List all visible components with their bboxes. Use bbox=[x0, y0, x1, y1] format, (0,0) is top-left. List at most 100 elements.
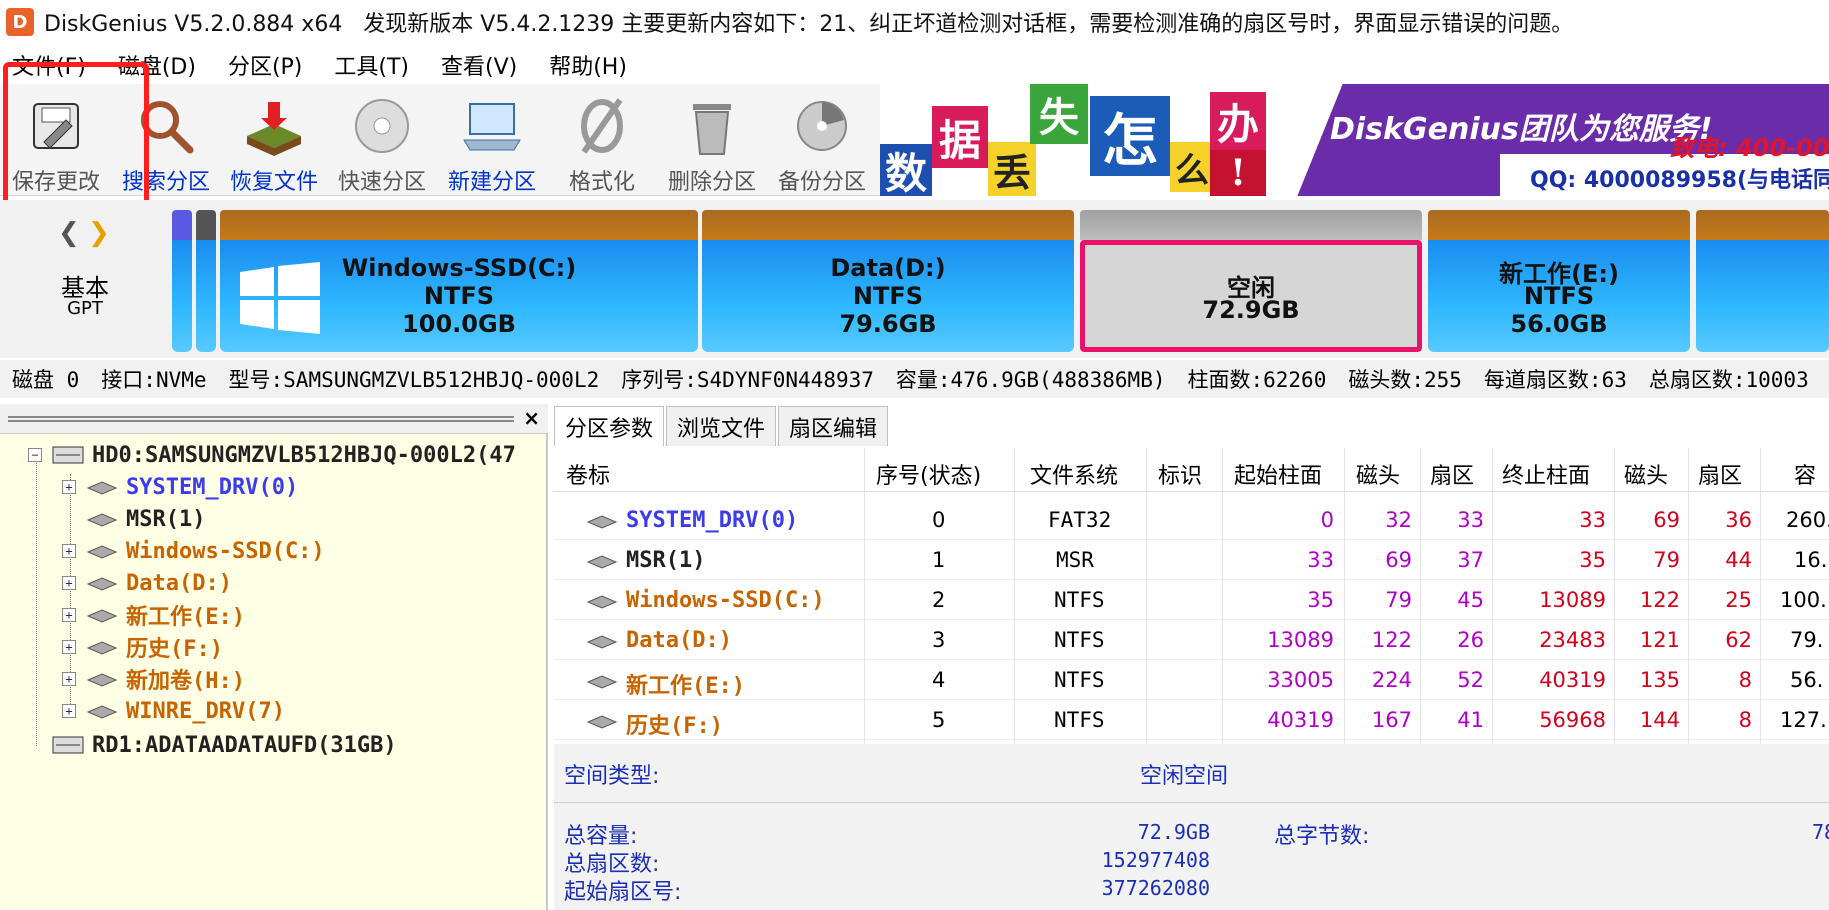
partition-block-d[interactable]: Data(D:) NTFS 79.6GB bbox=[702, 210, 1074, 352]
menu-disk[interactable]: 磁盘(D) bbox=[106, 49, 208, 81]
total-bytes-label: 总字节数: bbox=[1274, 824, 1370, 849]
new-partition-button[interactable]: 新建分区 bbox=[438, 84, 546, 196]
col-start-cylinder[interactable]: 起始柱面 bbox=[1234, 458, 1322, 490]
windows-logo-icon bbox=[240, 262, 320, 334]
partition-icon bbox=[586, 555, 618, 569]
expand-icon[interactable]: + bbox=[62, 544, 76, 558]
table-row[interactable]: 历史(F:) 5 NTFS 40319 167 41 56968 144 8 1… bbox=[554, 700, 1829, 740]
table-row[interactable]: Windows-SSD(C:) 2 NTFS 35 79 45 13089 12… bbox=[554, 580, 1829, 620]
table-row[interactable]: Data(D:) 3 NTFS 13089 122 26 23483 121 6… bbox=[554, 620, 1829, 660]
menu-tools[interactable]: 工具(T) bbox=[322, 49, 421, 81]
menu-partition[interactable]: 分区(P) bbox=[216, 49, 314, 81]
partition-table-header: 卷标 序号(状态) 文件系统 标识 起始柱面 磁头 扇区 终止柱面 磁头 扇区 … bbox=[554, 448, 1829, 492]
disk-number: 磁盘 0 bbox=[12, 368, 80, 392]
expand-icon[interactable]: + bbox=[62, 480, 76, 494]
start-sector-value: 377262080 bbox=[1101, 876, 1210, 900]
partition-icon bbox=[86, 577, 118, 591]
prev-disk-icon[interactable]: ❮ bbox=[58, 218, 80, 248]
table-row[interactable]: MSR(1) 1 MSR 33 69 37 35 79 44 16. bbox=[554, 540, 1829, 580]
col-capacity[interactable]: 容 bbox=[1794, 458, 1816, 490]
menu-file[interactable]: 文件(F) bbox=[0, 49, 98, 81]
format-button[interactable]: 格式化 bbox=[548, 84, 656, 196]
title-bar: D DiskGenius V5.2.0.884 x64 发现新版本 V5.4.2… bbox=[0, 0, 1829, 44]
col-filesystem[interactable]: 文件系统 bbox=[1030, 458, 1118, 490]
banner-char: 办 bbox=[1210, 92, 1266, 150]
partition-block-more[interactable] bbox=[1696, 210, 1829, 352]
col-end-head[interactable]: 磁头 bbox=[1624, 458, 1668, 490]
banner-char: 怎 bbox=[1090, 96, 1170, 176]
new-partition-icon bbox=[459, 94, 525, 158]
disk-interface: 接口:NVMe bbox=[101, 368, 207, 392]
partition-scheme: GPT bbox=[67, 298, 103, 319]
tab-bar: 分区参数 浏览文件 扇区编辑 bbox=[554, 406, 890, 446]
expand-icon[interactable]: + bbox=[62, 640, 76, 654]
collapse-icon[interactable]: − bbox=[28, 448, 42, 462]
tab-sector-edit[interactable]: 扇区编辑 bbox=[778, 406, 889, 446]
col-end-cylinder[interactable]: 终止柱面 bbox=[1502, 458, 1590, 490]
menu-help[interactable]: 帮助(H) bbox=[537, 49, 639, 81]
start-sector-label: 起始扇区号: bbox=[564, 880, 682, 905]
col-index[interactable]: 序号(状态) bbox=[876, 458, 981, 490]
expand-icon[interactable]: + bbox=[62, 672, 76, 686]
tree-partition[interactable]: + 历史(F:) bbox=[62, 632, 223, 662]
disk-nav-arrows[interactable]: ❮ ❯ bbox=[58, 218, 110, 248]
table-row[interactable]: SYSTEM_DRV(0) 0 FAT32 0 32 33 33 69 36 2… bbox=[554, 500, 1829, 540]
col-end-sector[interactable]: 扇区 bbox=[1698, 458, 1742, 490]
tab-partition-params[interactable]: 分区参数 bbox=[554, 406, 665, 446]
partition-icon bbox=[586, 675, 618, 689]
disk-model: 型号:SAMSUNGMZVLB512HBJQ-000L2 bbox=[228, 368, 600, 392]
partition-icon bbox=[586, 515, 618, 529]
backup-partition-button[interactable]: 备份分区 bbox=[768, 84, 876, 196]
next-disk-icon[interactable]: ❯ bbox=[88, 218, 110, 248]
col-start-head[interactable]: 磁头 bbox=[1356, 458, 1400, 490]
save-changes-button[interactable]: 保存更改 bbox=[2, 84, 110, 196]
banner-slogan: DiskGenius团队为您服务! bbox=[1330, 112, 1713, 147]
disk-sectors-per-track: 每道扇区数:63 bbox=[1483, 368, 1627, 392]
tree-disk1[interactable]: RD1:ADATAADATAUFD(31GB) bbox=[52, 730, 397, 760]
ad-banner[interactable]: 数 据 丢 失 怎 么 办 ! DiskGenius团队为您服务! 致电: 40… bbox=[880, 84, 1829, 196]
tree-partition[interactable]: + 新加卷(H:) bbox=[62, 664, 245, 694]
save-icon bbox=[23, 94, 89, 158]
expand-icon[interactable]: + bbox=[62, 576, 76, 590]
delete-partition-button[interactable]: 删除分区 bbox=[658, 84, 766, 196]
partition-block-msr[interactable] bbox=[196, 210, 216, 352]
partition-block-free[interactable]: 空闲 72.9GB bbox=[1080, 210, 1422, 352]
space-type-value: 空闲空间 bbox=[1140, 764, 1229, 789]
banner-char: 数 bbox=[880, 144, 932, 196]
tree-partition[interactable]: + SYSTEM_DRV(0) bbox=[62, 472, 298, 502]
menu-bar: 文件(F) 磁盘(D) 分区(P) 工具(T) 查看(V) 帮助(H) bbox=[0, 48, 1829, 82]
col-volume-label[interactable]: 卷标 bbox=[566, 458, 610, 490]
partition-block-system[interactable] bbox=[172, 210, 192, 352]
pane-grip[interactable] bbox=[8, 416, 514, 422]
col-id[interactable]: 标识 bbox=[1158, 458, 1202, 490]
recover-files-button[interactable]: 恢复文件 bbox=[220, 84, 328, 196]
banner-char: ! bbox=[1210, 150, 1266, 196]
partition-icon bbox=[86, 673, 118, 687]
table-row[interactable]: 新工作(E:) 4 NTFS 33005 224 52 40319 135 8 … bbox=[554, 660, 1829, 700]
col-start-sector[interactable]: 扇区 bbox=[1430, 458, 1474, 490]
partition-icon bbox=[86, 641, 118, 655]
update-notice[interactable]: 发现新版本 V5.4.2.1239 主要更新内容如下：21、纠正坏道检测对话框，… bbox=[363, 12, 1573, 37]
tree-partition[interactable]: + Data(D:) bbox=[62, 568, 232, 598]
total-capacity-value: 72.9GB bbox=[1137, 820, 1210, 844]
tree-disk0[interactable]: − HD0:SAMSUNGMZVLB512HBJQ-000L2(47 bbox=[28, 440, 516, 470]
tree-partition[interactable]: + 新工作(E:) bbox=[62, 600, 245, 630]
tree-partition[interactable]: MSR(1) bbox=[86, 504, 205, 534]
disk-info-bar: 磁盘 0 接口:NVMe 型号:SAMSUNGMZVLB512HBJQ-000L… bbox=[0, 360, 1829, 398]
partition-details-pane: 分区参数 浏览文件 扇区编辑 卷标 序号(状态) 文件系统 标识 起始柱面 磁头… bbox=[554, 404, 1829, 910]
recover-icon bbox=[241, 94, 307, 158]
disk-total-sectors: 总扇区数:10003 bbox=[1648, 368, 1809, 392]
partition-icon bbox=[86, 545, 118, 559]
close-icon[interactable]: × bbox=[523, 406, 540, 430]
tree-partition[interactable]: + Windows-SSD(C:) bbox=[62, 536, 325, 566]
tab-browse-files[interactable]: 浏览文件 bbox=[666, 406, 777, 446]
quick-partition-button[interactable]: 快速分区 bbox=[328, 84, 436, 196]
tree-partition[interactable]: + WINRE_DRV(7) bbox=[62, 696, 285, 726]
backup-icon bbox=[789, 94, 855, 158]
expand-icon[interactable]: + bbox=[62, 704, 76, 718]
search-partition-button[interactable]: 搜索分区 bbox=[112, 84, 220, 196]
partition-block-e[interactable]: 新工作(E:) NTFS 56.0GB bbox=[1428, 210, 1690, 352]
expand-icon[interactable]: + bbox=[62, 608, 76, 622]
menu-view[interactable]: 查看(V) bbox=[429, 49, 529, 81]
free-space-details: 空间类型: 空闲空间 总容量: 72.9GB 总字节数: 78 总扇区数: 15… bbox=[554, 744, 1829, 910]
